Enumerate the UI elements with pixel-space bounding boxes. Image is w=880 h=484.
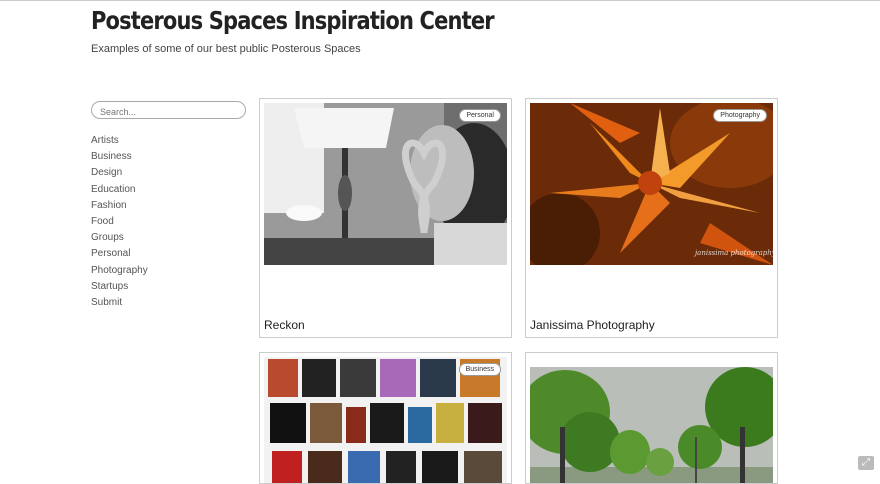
page-subtitle: Examples of some of our best public Post… [91,43,361,55]
top-border [0,0,880,1]
search-box[interactable] [91,101,246,120]
category-link-artists[interactable]: Artists [91,133,148,149]
category-link-personal[interactable]: Personal [91,246,148,262]
category-link-education[interactable]: Education [91,182,148,198]
submit-link[interactable]: Submit [91,295,148,311]
space-thumbnail[interactable]: Business [264,357,507,483]
search-input[interactable] [92,104,238,120]
category-link-food[interactable]: Food [91,214,148,230]
category-badge: Photography [713,109,767,122]
space-thumbnail[interactable]: Personal [264,103,507,265]
category-link-design[interactable]: Design [91,165,148,181]
category-link-business[interactable]: Business [91,149,148,165]
category-link-startups[interactable]: Startups [91,279,148,295]
space-card-janissima-photography[interactable]: janissima photography Photography Janiss… [525,98,778,338]
space-thumbnail[interactable] [530,367,773,483]
space-thumbnail[interactable]: janissima photography Photography [530,103,773,265]
category-link-groups[interactable]: Groups [91,230,148,246]
category-badge: Business [458,363,501,376]
expand-icon[interactable]: ⤢ [858,456,874,470]
space-title[interactable]: Reckon [264,318,305,332]
category-badge: Personal [459,109,501,122]
photo-watermark: janissima photography [693,249,773,257]
category-link-fashion[interactable]: Fashion [91,198,148,214]
space-card-trees[interactable] [525,352,778,484]
page-title: Posterous Spaces Inspiration Center [91,6,495,35]
space-title[interactable]: Janissima Photography [530,318,655,332]
category-link-photography[interactable]: Photography [91,263,148,279]
space-card-reckon[interactable]: Personal Reckon [259,98,512,338]
category-list: Artists Business Design Education Fashio… [91,133,148,311]
space-card-business[interactable]: Business [259,352,512,484]
